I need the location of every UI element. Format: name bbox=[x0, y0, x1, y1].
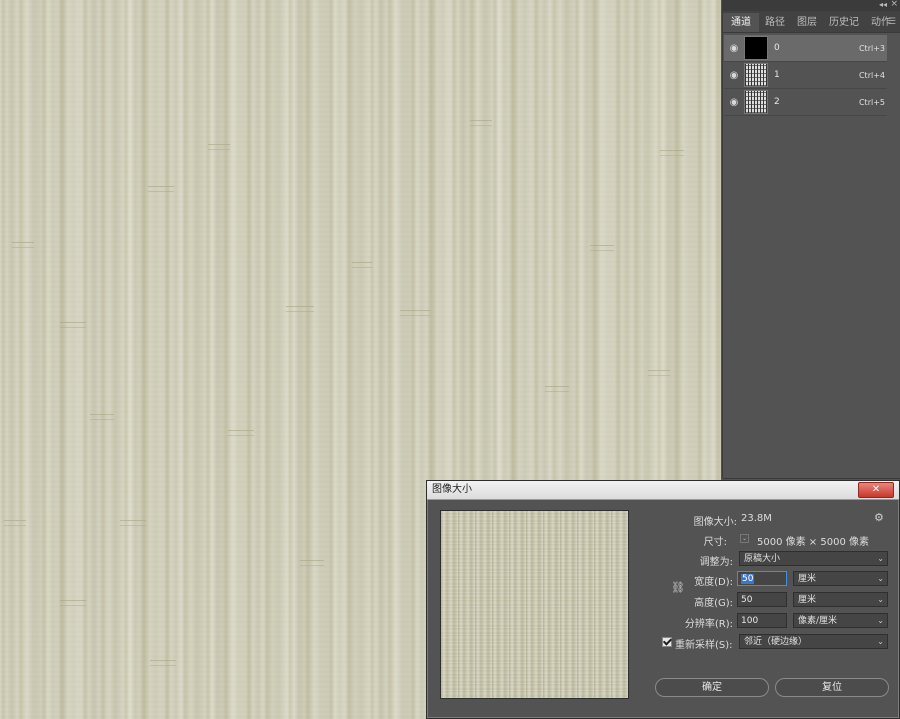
channel-name: 1 bbox=[774, 70, 780, 80]
texture-node bbox=[352, 262, 372, 268]
texture-node bbox=[228, 430, 254, 436]
resolution-unit: 像素/厘米 bbox=[798, 616, 838, 626]
channel-name: 0 bbox=[774, 43, 780, 53]
channels-panel: ◂◂ × 通道 路径 图层 历史记 动作 ☰ ◉ 0 Ctrl+3 ◉ 1 Ct… bbox=[722, 0, 900, 479]
texture-node bbox=[60, 322, 86, 328]
collapse-panel-icon[interactable]: ◂◂ bbox=[879, 0, 887, 9]
reset-button[interactable]: 复位 bbox=[775, 678, 889, 697]
texture-node bbox=[148, 186, 174, 192]
height-value: 50 bbox=[741, 595, 753, 605]
panel-divider bbox=[723, 478, 900, 479]
texture-node bbox=[590, 245, 614, 251]
chevron-down-icon[interactable]: ⌄ bbox=[740, 534, 749, 543]
resolution-value: 100 bbox=[741, 616, 759, 626]
texture-node bbox=[300, 560, 324, 566]
texture-node bbox=[286, 306, 314, 312]
resolution-label: 分辨率(R): bbox=[684, 619, 733, 630]
resolution-unit-select[interactable]: 像素/厘米 ⌄ bbox=[793, 613, 888, 628]
chevron-down-icon: ⌄ bbox=[877, 637, 884, 646]
height-label: 高度(G): bbox=[694, 598, 733, 609]
resolution-input[interactable]: 100 bbox=[737, 613, 787, 628]
gear-icon[interactable]: ⚙ bbox=[874, 511, 884, 524]
chevron-down-icon: ⌄ bbox=[877, 574, 884, 583]
tab-channels[interactable]: 通道 bbox=[723, 13, 759, 32]
texture-node bbox=[120, 520, 146, 526]
fit-to-value: 原稿大小 bbox=[744, 554, 781, 564]
tab-paths[interactable]: 路径 bbox=[759, 13, 791, 32]
eye-icon[interactable]: ◉ bbox=[727, 43, 741, 54]
channel-shortcut: Ctrl+3 bbox=[858, 43, 885, 53]
texture-node bbox=[60, 600, 86, 606]
texture-node bbox=[648, 370, 670, 376]
texture-node bbox=[90, 414, 114, 420]
channel-row[interactable]: ◉ 0 Ctrl+3 bbox=[724, 35, 887, 62]
texture-node bbox=[660, 150, 684, 156]
fit-to-label: 调整为: bbox=[699, 557, 733, 568]
channel-name: 2 bbox=[774, 97, 780, 107]
close-panel-icon[interactable]: × bbox=[890, 0, 898, 9]
close-button[interactable]: ✕ bbox=[858, 482, 894, 498]
panel-tabs: 通道 路径 图层 历史记 动作 ☰ bbox=[723, 11, 900, 33]
dialog-titlebar[interactable]: 图像大小 ✕ bbox=[427, 481, 899, 500]
width-label: 宽度(D): bbox=[694, 577, 733, 588]
height-input[interactable]: 50 bbox=[737, 592, 787, 607]
width-unit: 厘米 bbox=[798, 574, 817, 584]
channel-list: ◉ 0 Ctrl+3 ◉ 1 Ctrl+4 ◉ 2 Ctrl+5 bbox=[723, 33, 900, 116]
texture-node bbox=[545, 386, 569, 392]
dimensions-value: 5000 像素 × 5000 像素 bbox=[757, 537, 869, 548]
texture-node bbox=[4, 520, 26, 526]
tab-history[interactable]: 历史记 bbox=[823, 13, 865, 32]
resample-select[interactable]: 邻近（硬边缘） ⌄ bbox=[739, 634, 888, 649]
dimensions-label: 尺寸: bbox=[703, 537, 727, 548]
channel-shortcut: Ctrl+4 bbox=[858, 70, 885, 80]
channel-thumbnail bbox=[744, 63, 768, 87]
image-preview[interactable] bbox=[440, 510, 629, 699]
eye-icon[interactable]: ◉ bbox=[727, 70, 741, 81]
channel-shortcut: Ctrl+5 bbox=[858, 97, 885, 107]
panel-menu-icon[interactable]: ☰ bbox=[888, 17, 896, 27]
width-input[interactable]: 50 bbox=[737, 571, 787, 586]
resample-value: 邻近（硬边缘） bbox=[744, 637, 808, 647]
tab-layers[interactable]: 图层 bbox=[791, 13, 823, 32]
channel-thumbnail bbox=[744, 90, 768, 114]
dialog-title: 图像大小 bbox=[432, 484, 472, 495]
chevron-down-icon: ⌄ bbox=[877, 595, 884, 604]
resample-checkbox[interactable] bbox=[662, 637, 672, 647]
image-size-value: 23.8M bbox=[741, 513, 772, 524]
height-unit-select[interactable]: 厘米 ⌄ bbox=[793, 592, 888, 607]
ok-button[interactable]: 确定 bbox=[655, 678, 769, 697]
texture-node bbox=[12, 242, 34, 248]
texture-node bbox=[150, 660, 176, 666]
width-value: 50 bbox=[741, 574, 755, 584]
chevron-down-icon: ⌄ bbox=[877, 616, 884, 625]
texture-node bbox=[470, 120, 492, 126]
fit-to-select[interactable]: 原稿大小 ⌄ bbox=[739, 551, 888, 566]
image-size-dialog: 图像大小 ✕ 图像大小: 23.8M ⚙ 尺寸: ⌄ 5000 像素 × 500… bbox=[426, 480, 900, 719]
resample-label: 重新采样(S): bbox=[675, 640, 733, 651]
channel-row[interactable]: ◉ 1 Ctrl+4 bbox=[724, 62, 887, 89]
chevron-down-icon: ⌄ bbox=[877, 554, 884, 563]
channel-row[interactable]: ◉ 2 Ctrl+5 bbox=[724, 89, 887, 116]
panel-header-bar: ◂◂ × bbox=[723, 0, 900, 11]
texture-node bbox=[208, 144, 230, 150]
height-unit: 厘米 bbox=[798, 595, 817, 605]
channel-thumbnail bbox=[744, 36, 768, 60]
width-unit-select[interactable]: 厘米 ⌄ bbox=[793, 571, 888, 586]
texture-node bbox=[400, 310, 430, 316]
image-size-label: 图像大小: bbox=[693, 517, 737, 528]
eye-icon[interactable]: ◉ bbox=[727, 97, 741, 108]
